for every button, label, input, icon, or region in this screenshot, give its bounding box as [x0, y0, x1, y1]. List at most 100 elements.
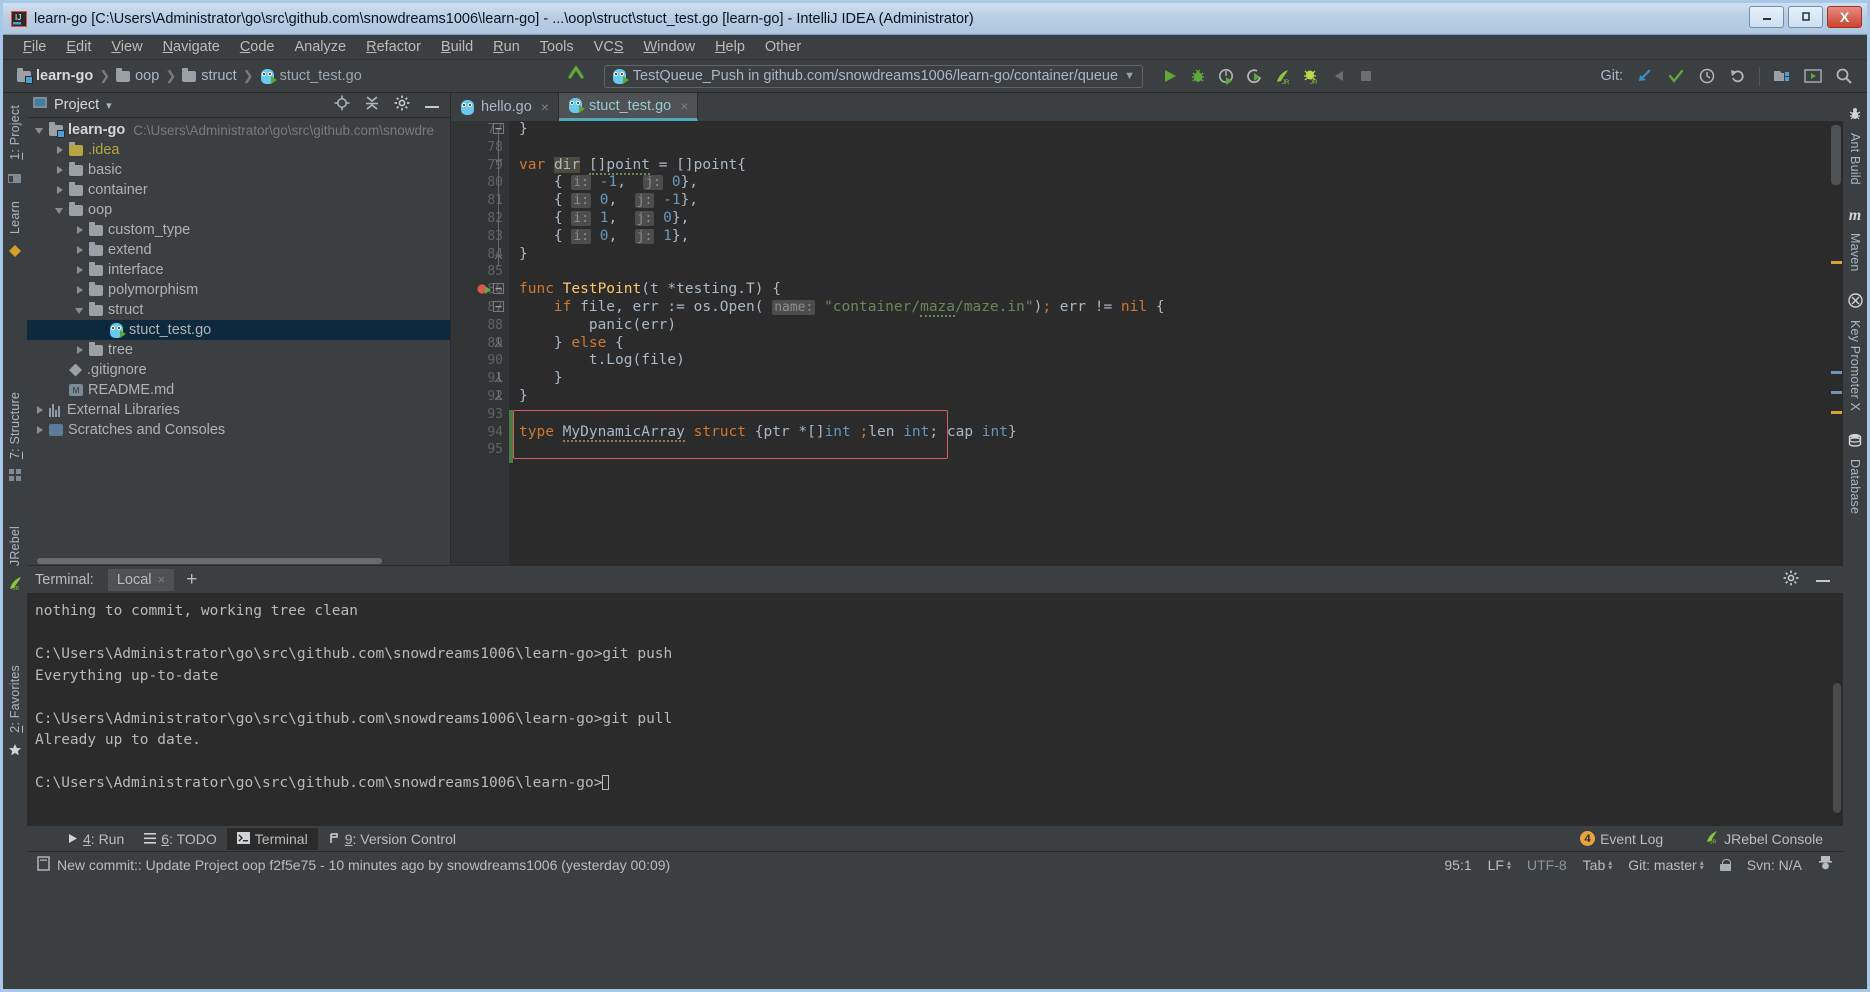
terminal-output[interactable]: nothing to commit, working tree cleanC:\…	[27, 593, 1843, 825]
project-tree-hscrollbar[interactable]	[27, 556, 450, 565]
minimize-button[interactable]	[1749, 6, 1784, 28]
new-terminal-tab-button[interactable]: +	[186, 570, 197, 589]
debug-icon[interactable]	[1189, 67, 1208, 86]
code-line[interactable]: }	[519, 246, 1729, 264]
tab-hello-go[interactable]: hello.go ×	[451, 93, 559, 121]
fold-marker[interactable]	[493, 388, 504, 406]
bottom-tab-todo[interactable]: 6: TODO	[134, 828, 227, 850]
code-line[interactable]: { i: 0, j: -1},	[519, 192, 1729, 210]
project-tree[interactable]: learn-goC:\Users\Administrator\go\src\gi…	[27, 118, 450, 556]
maximize-button[interactable]	[1788, 6, 1823, 28]
fold-marker[interactable]	[493, 281, 504, 299]
change-stripe-marker[interactable]	[1831, 391, 1842, 394]
code-line[interactable]: { i: 1, j: 0},	[519, 210, 1729, 228]
tree-toggle-down-icon[interactable]	[55, 205, 66, 216]
change-stripe-marker[interactable]	[1831, 371, 1842, 374]
tree-item[interactable]: custom_type	[27, 220, 450, 240]
menu-tools[interactable]: Tools	[530, 37, 584, 57]
tree-item[interactable]: basic	[27, 160, 450, 180]
menu-build[interactable]: Build	[431, 37, 483, 57]
error-stripe-marker[interactable]	[1831, 411, 1842, 414]
code-line[interactable]: }	[519, 370, 1729, 388]
tree-toggle-right-icon[interactable]	[35, 425, 46, 436]
code-line[interactable]: { i: -1, j: 0},	[519, 174, 1729, 192]
error-stripe-marker[interactable]	[1831, 261, 1842, 264]
tree-item[interactable]: stuct_test.go	[27, 320, 450, 340]
tree-item[interactable]: interface	[27, 260, 450, 280]
tree-toggle-right-icon[interactable]	[55, 145, 66, 156]
fold-marker[interactable]	[493, 370, 504, 388]
tree-item[interactable]: polymorphism	[27, 280, 450, 300]
tree-item[interactable]: learn-goC:\Users\Administrator\go\src\gi…	[27, 120, 450, 140]
svn-widget[interactable]: Svn: N/A	[1747, 857, 1802, 873]
locate-icon[interactable]	[334, 95, 350, 115]
editor-gutter[interactable]: 77787980818283848586878889909192939495	[451, 121, 509, 565]
code-line[interactable]: var dir []point = []point{	[519, 157, 1729, 175]
editor-body[interactable]: 77787980818283848586878889909192939495 }…	[451, 121, 1843, 565]
jrebel-console-button[interactable]: JR JRebel Console	[1695, 827, 1833, 850]
code-line[interactable]	[519, 263, 1729, 281]
jrebel-run-icon[interactable]: JR	[1273, 67, 1292, 86]
terminal-tab-local[interactable]: Local ×	[108, 569, 174, 591]
commit-icon[interactable]	[1666, 67, 1685, 86]
menu-edit[interactable]: Edit	[56, 37, 101, 57]
tree-toggle-right-icon[interactable]	[75, 245, 86, 256]
tree-toggle-right-icon[interactable]	[75, 265, 86, 276]
menu-help[interactable]: Help	[705, 37, 755, 57]
presentation-icon[interactable]	[1803, 67, 1822, 86]
code-content[interactable]: } var dir []point = []point{ { i: -1, j: …	[509, 121, 1729, 565]
menu-vcs[interactable]: VCS	[584, 37, 634, 57]
sidebar-tab-project[interactable]: 1: Project	[4, 99, 26, 166]
tree-toggle-right-icon[interactable]	[75, 285, 86, 296]
tree-toggle-right-icon[interactable]	[55, 185, 66, 196]
code-line[interactable]: if file, err := os.Open( name: "containe…	[519, 299, 1729, 317]
close-button[interactable]: X	[1827, 6, 1862, 28]
tree-toggle-right-icon[interactable]	[55, 165, 66, 176]
rerun-icon[interactable]	[1245, 67, 1264, 86]
run-icon[interactable]	[1161, 67, 1180, 86]
sidebar-tab-learn[interactable]: Learn	[4, 195, 26, 240]
breadcrumb-item-file[interactable]: stuct_test.go	[260, 68, 362, 84]
sidebar-tab-key-promoter-x[interactable]: Key Promoter X	[1844, 314, 1866, 417]
project-structure-icon[interactable]	[1772, 67, 1791, 86]
back-arrow-icon[interactable]	[566, 64, 586, 88]
tree-item[interactable]: External Libraries	[27, 400, 450, 420]
caret-position[interactable]: 95:1	[1444, 857, 1471, 873]
close-icon[interactable]: ×	[541, 99, 549, 115]
menu-window[interactable]: Window	[633, 37, 705, 57]
bottom-tab-run[interactable]: 4: Run	[57, 828, 134, 850]
tree-item[interactable]: MREADME.md	[27, 380, 450, 400]
settings-gear-icon[interactable]	[1783, 570, 1799, 590]
code-line[interactable]: } else {	[519, 335, 1729, 353]
close-icon[interactable]: ×	[158, 572, 166, 587]
menu-navigate[interactable]: Navigate	[153, 37, 230, 57]
hide-panel-icon[interactable]	[424, 97, 440, 114]
menu-refactor[interactable]: Refactor	[356, 37, 431, 57]
run-test-gutter-icon[interactable]	[477, 283, 492, 301]
run-with-coverage-icon[interactable]	[1217, 67, 1236, 86]
tree-item[interactable]: tree	[27, 340, 450, 360]
close-icon[interactable]: ×	[680, 98, 688, 114]
tree-toggle-right-icon[interactable]	[75, 345, 86, 356]
bottom-tab-terminal[interactable]: Terminal	[227, 828, 318, 850]
code-line[interactable]: }	[519, 121, 1729, 139]
sidebar-tab-database[interactable]: Database	[1844, 453, 1866, 520]
menu-code[interactable]: Code	[230, 37, 285, 57]
code-line[interactable]	[519, 139, 1729, 157]
rollback-icon[interactable]	[1728, 67, 1747, 86]
history-icon[interactable]	[1697, 67, 1716, 86]
jrebel-debug-icon[interactable]: JR	[1301, 67, 1320, 86]
terminal-scrollbar-thumb[interactable]	[1833, 683, 1841, 813]
tree-item[interactable]: oop	[27, 200, 450, 220]
tree-toggle-right-icon[interactable]	[35, 405, 46, 416]
breadcrumb-item-struct[interactable]: struct	[182, 68, 236, 84]
scrollbar-thumb[interactable]	[37, 558, 382, 564]
lock-icon[interactable]	[1720, 859, 1731, 871]
tree-toggle-down-icon[interactable]	[35, 125, 46, 136]
sidebar-tab-favorites[interactable]: 2: Favorites	[4, 659, 26, 739]
bottom-tab-version-control[interactable]: 9: Version Control	[318, 828, 466, 850]
editor-vscrollbar[interactable]	[1829, 121, 1843, 565]
code-line[interactable]: func TestPoint(t *testing.T) {	[519, 281, 1729, 299]
tree-item[interactable]: struct	[27, 300, 450, 320]
fold-marker[interactable]	[493, 299, 504, 317]
